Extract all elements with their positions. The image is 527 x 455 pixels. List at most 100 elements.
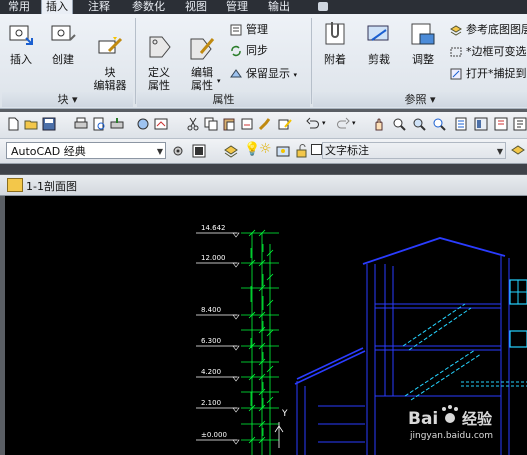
retain-display-label: 保留显示 bbox=[246, 67, 290, 80]
new-file-icon[interactable] bbox=[6, 117, 20, 131]
open-folder-icon[interactable] bbox=[24, 117, 38, 131]
tab-output[interactable]: 输出 bbox=[264, 0, 294, 14]
block-editor-small-icon[interactable] bbox=[278, 117, 292, 131]
clip-label: 剪裁 bbox=[368, 53, 390, 66]
print-icon[interactable] bbox=[74, 117, 88, 131]
snap-label: 打开*捕捉到 bbox=[466, 67, 527, 80]
save-icon[interactable] bbox=[42, 117, 56, 131]
tag-icon bbox=[149, 36, 171, 58]
redo-icon[interactable] bbox=[336, 117, 350, 131]
block-panel-title: 块 bbox=[57, 93, 69, 106]
zoom-previous-icon[interactable] bbox=[432, 117, 446, 131]
adjust-button[interactable]: 调整 bbox=[405, 20, 441, 66]
watermark-url: jingyan.baidu.com bbox=[409, 431, 493, 441]
make-current-layer-icon[interactable] bbox=[511, 144, 525, 158]
match-properties-icon[interactable] bbox=[258, 117, 272, 131]
tab-annotate[interactable]: 注释 bbox=[84, 0, 114, 14]
reference-panel-title: 参照 bbox=[404, 93, 427, 106]
print-preview-icon[interactable] bbox=[92, 117, 106, 131]
frame-variable-label: *边框可变选 bbox=[466, 45, 527, 58]
sheet-set-icon[interactable] bbox=[513, 117, 527, 131]
underlay-layers-button[interactable]: 参考底图图层 bbox=[449, 22, 527, 38]
elevation-label: 12.000 bbox=[201, 254, 226, 262]
undo-dropdown-icon[interactable]: ▾ bbox=[322, 119, 326, 127]
retain-display-button[interactable]: 保留显示 ▾ bbox=[229, 66, 297, 82]
tab-view[interactable]: 视图 bbox=[181, 0, 211, 14]
publish-icon[interactable] bbox=[110, 117, 124, 131]
reference-panel-label[interactable]: 参照 ▾ bbox=[313, 92, 527, 107]
drawing-title: 1-1剖面图 bbox=[26, 180, 77, 193]
drawing-canvas[interactable]: 14.642 12.000 8.400 6.300 4.200 2.100 ±0… bbox=[5, 196, 527, 455]
frame-variable-button[interactable]: *边框可变选 bbox=[449, 44, 527, 60]
retain-dropdown-icon[interactable]: ▾ bbox=[294, 71, 298, 79]
adjust-label: 调整 bbox=[412, 53, 434, 66]
chevron-down-icon: ▼ bbox=[156, 147, 163, 156]
attributes-panel-label[interactable]: 属性 bbox=[137, 92, 310, 107]
tool-palettes-icon[interactable] bbox=[494, 117, 508, 131]
create-block-button[interactable]: 创建 bbox=[45, 20, 81, 66]
workspace-toolbar: AutoCAD 经典 ▼ 💡 ☼ 文字标注 ▼ bbox=[0, 139, 527, 164]
elevation-label: 6.300 bbox=[201, 337, 221, 345]
chevron-down-icon: ▼ bbox=[496, 147, 503, 156]
ribbon-panel-area: 插入 创建 块 编辑器 块 ▾ 定义 属性 编辑 属性 ▾ 管理 同步 保留显示… bbox=[0, 14, 527, 109]
copy-clip-icon[interactable] bbox=[240, 117, 254, 131]
layer-properties-icon[interactable] bbox=[224, 144, 238, 158]
zoom-window-icon[interactable] bbox=[412, 117, 426, 131]
ribbon-minimize-icon[interactable] bbox=[318, 2, 328, 11]
paste-icon[interactable] bbox=[222, 117, 236, 131]
undo-icon[interactable] bbox=[306, 117, 320, 131]
clean-screen-icon[interactable] bbox=[192, 144, 206, 158]
snap-toggle-button[interactable]: 打开*捕捉到 bbox=[449, 66, 527, 82]
clip-icon bbox=[367, 25, 389, 41]
snap-icon bbox=[450, 68, 462, 80]
3d-dwf-icon[interactable] bbox=[136, 117, 150, 131]
layer-color-swatch[interactable] bbox=[311, 144, 322, 155]
zoom-realtime-icon[interactable] bbox=[392, 117, 406, 131]
sync-attributes-button[interactable]: 同步 bbox=[229, 43, 268, 59]
copy-icon[interactable] bbox=[204, 117, 218, 131]
pan-icon[interactable] bbox=[372, 117, 386, 131]
elevation-label: 8.400 bbox=[201, 306, 221, 314]
design-center-icon[interactable] bbox=[474, 117, 488, 131]
edit-attributes-label: 编辑 属性 bbox=[191, 66, 213, 92]
elevation-label: ±0.000 bbox=[201, 431, 227, 439]
elevation-label: 14.642 bbox=[201, 224, 226, 232]
layer-viewport-icon[interactable] bbox=[276, 144, 290, 158]
tab-home[interactable]: 常用 bbox=[4, 0, 34, 14]
frame-icon bbox=[450, 47, 462, 57]
watermark-brand: Bai bbox=[408, 409, 438, 429]
redo-dropdown-icon[interactable]: ▾ bbox=[352, 119, 356, 127]
workspace-dropdown[interactable]: AutoCAD 经典 ▼ bbox=[6, 142, 166, 159]
manage-attributes-button[interactable]: 管理 bbox=[229, 22, 268, 38]
tab-manage[interactable]: 管理 bbox=[222, 0, 252, 14]
sync-label: 同步 bbox=[246, 44, 268, 57]
tab-insert[interactable]: 插入 bbox=[41, 0, 73, 15]
block-panel-label[interactable]: 块 ▾ bbox=[2, 92, 133, 107]
layer-on-bulb-icon[interactable]: 💡 bbox=[244, 142, 260, 157]
attach-label: 附着 bbox=[324, 53, 346, 66]
attach-button[interactable]: 附着 bbox=[317, 20, 353, 66]
retain-display-icon bbox=[230, 69, 242, 78]
ribbon-tab-bar: 常用 插入 注释 参数化 视图 管理 输出 bbox=[0, 0, 527, 15]
layer-dropdown[interactable]: ▼ bbox=[322, 142, 506, 159]
etransmit-icon[interactable] bbox=[154, 117, 168, 131]
properties-icon[interactable] bbox=[454, 117, 468, 131]
workspace-settings-icon[interactable] bbox=[171, 144, 185, 158]
drawing-window-titlebar: 1-1剖面图 bbox=[0, 175, 527, 196]
clip-button[interactable]: 剪裁 bbox=[361, 20, 397, 66]
layers-icon bbox=[450, 25, 462, 36]
tab-parametric[interactable]: 参数化 bbox=[128, 0, 169, 14]
create-block-icon bbox=[51, 25, 76, 41]
edit-attributes-dropdown-icon[interactable]: ▾ bbox=[217, 77, 221, 85]
manage-label: 管理 bbox=[246, 23, 268, 36]
layer-freeze-sun-icon[interactable]: ☼ bbox=[259, 141, 272, 157]
insert-label: 插入 bbox=[10, 53, 32, 66]
cut-icon[interactable] bbox=[186, 117, 200, 131]
paperclip-icon bbox=[325, 22, 345, 45]
insert-block-button[interactable]: 插入 bbox=[3, 20, 39, 66]
block-editor-label: 块 编辑器 bbox=[93, 66, 127, 92]
layer-unlock-icon[interactable] bbox=[295, 144, 309, 158]
edit-tag-icon bbox=[190, 38, 215, 60]
ucs-y-label: Y bbox=[281, 409, 288, 419]
panel-divider bbox=[135, 18, 136, 104]
